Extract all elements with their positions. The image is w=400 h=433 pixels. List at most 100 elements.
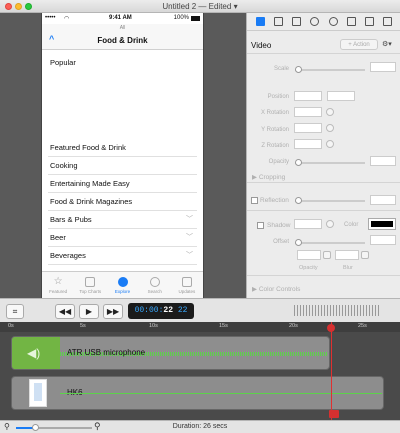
tab-search[interactable]: Search bbox=[139, 272, 171, 298]
y-rotation-dial-icon[interactable] bbox=[326, 124, 334, 132]
ios-tab-bar: ☆ Featured Top Charts Explore Search Upda… bbox=[42, 271, 203, 298]
list-item[interactable]: Food & Drink Magazines bbox=[48, 193, 197, 211]
chevron-down-icon: ﹀ bbox=[186, 216, 193, 223]
search-icon bbox=[149, 276, 160, 287]
clip-info-icon[interactable] bbox=[383, 17, 393, 26]
ruler-tick-label: 5s bbox=[80, 323, 86, 329]
opacity-label: Opacity bbox=[268, 159, 289, 165]
audio-icon[interactable] bbox=[273, 17, 283, 26]
list-item-popular[interactable]: Popular bbox=[50, 58, 76, 67]
shadow-checkbox[interactable] bbox=[257, 222, 264, 229]
audio-clip-thumb: ◀) bbox=[12, 337, 60, 369]
gear-menu-icon[interactable]: ⚙▾ bbox=[382, 40, 392, 48]
offset-label: Offset bbox=[273, 239, 289, 245]
fast-forward-button[interactable]: ▶▶ bbox=[103, 304, 123, 319]
shadow-field[interactable] bbox=[294, 219, 322, 229]
shadow-opacity-field[interactable] bbox=[297, 250, 321, 260]
color-controls-disclosure[interactable]: ▶ Color Controls bbox=[252, 285, 300, 293]
transport-bar: ⌗ ◀◀ ▶ ▶▶ 00:00:22 22 bbox=[0, 298, 400, 322]
y-rotation-field[interactable] bbox=[294, 123, 322, 133]
clock-icon[interactable] bbox=[328, 17, 338, 26]
status-time: 9:41 AM bbox=[109, 15, 132, 21]
scale-field[interactable] bbox=[370, 62, 396, 72]
offset-field[interactable] bbox=[370, 235, 396, 245]
rewind-button[interactable]: ◀◀ bbox=[55, 304, 75, 319]
z-rotation-label: Z Rotation bbox=[261, 143, 289, 149]
reflection-slider[interactable] bbox=[295, 197, 365, 204]
reflection-field[interactable] bbox=[370, 195, 396, 205]
timeline[interactable]: 0s 5s 10s 15s 20s 25s ◀) ATR USB microph… bbox=[0, 322, 400, 420]
cropping-disclosure[interactable]: ▶ Cropping bbox=[252, 173, 285, 181]
x-rotation-dial-icon[interactable] bbox=[326, 108, 334, 116]
duration-label: Duration: 26 secs bbox=[172, 423, 228, 430]
time-ruler[interactable]: 0s 5s 10s 15s 20s 25s bbox=[0, 322, 400, 332]
tab-explore[interactable]: Explore bbox=[106, 272, 138, 298]
reflection-label: Reflection bbox=[260, 197, 289, 204]
text-icon[interactable] bbox=[365, 17, 375, 26]
opacity-slider[interactable] bbox=[295, 159, 365, 166]
stepper-icon[interactable] bbox=[361, 251, 369, 259]
slider-knob[interactable] bbox=[295, 66, 302, 73]
stepper-icon[interactable] bbox=[323, 251, 331, 259]
add-action-button[interactable]: + Action bbox=[340, 39, 378, 50]
compass-icon bbox=[117, 276, 128, 287]
y-rotation-label: Y Rotation bbox=[261, 127, 289, 133]
reflection-checkbox[interactable] bbox=[251, 197, 258, 204]
timecode-display: 00:00:22 22 bbox=[128, 303, 194, 319]
audio-clip[interactable]: ◀) ATR USB microphone bbox=[11, 336, 330, 370]
shadow-label: Shadow bbox=[267, 222, 291, 229]
wifi-icon: ◠ bbox=[64, 16, 70, 22]
window-title[interactable]: Untitled 2 — Edited ▾ bbox=[0, 2, 400, 11]
scale-slider[interactable] bbox=[295, 66, 365, 73]
ruler-tick-label: 15s bbox=[219, 323, 228, 329]
bottom-bar: ⚲ ⚲ Duration: 26 secs bbox=[0, 420, 400, 433]
cursor-icon[interactable] bbox=[310, 17, 320, 26]
shadow-dial-icon[interactable] bbox=[326, 220, 334, 228]
z-rotation-field[interactable] bbox=[294, 139, 322, 149]
slider-knob[interactable] bbox=[295, 197, 302, 204]
inspector-toolbar bbox=[247, 13, 400, 31]
opacity-field[interactable] bbox=[370, 156, 396, 166]
battery-icon bbox=[191, 16, 200, 21]
offset-slider[interactable] bbox=[295, 239, 365, 246]
phone-preview[interactable]: ••••• ◠ 9:41 AM 100% All ^ Food & Drink … bbox=[41, 13, 204, 298]
position-x-field[interactable] bbox=[294, 91, 322, 101]
divider bbox=[247, 182, 400, 183]
screen-icon[interactable] bbox=[292, 17, 302, 26]
pen-icon[interactable] bbox=[346, 17, 356, 26]
video-properties-icon[interactable] bbox=[255, 17, 265, 26]
z-rotation-dial-icon[interactable] bbox=[326, 140, 334, 148]
scale-label: Scale bbox=[273, 66, 289, 72]
shadow-color-well[interactable] bbox=[368, 218, 396, 230]
tab-updates[interactable]: Updates bbox=[171, 272, 203, 298]
position-y-field[interactable] bbox=[327, 91, 355, 101]
ruler-tick-label: 25s bbox=[358, 323, 367, 329]
shadow-opacity-label: Opacity bbox=[299, 265, 318, 271]
download-icon bbox=[181, 276, 192, 287]
list-item[interactable]: Beer ﹀ bbox=[48, 229, 197, 247]
list-item[interactable]: Featured Food & Drink bbox=[48, 139, 197, 157]
tab-featured[interactable]: ☆ Featured bbox=[42, 272, 74, 298]
video-thumbnail bbox=[29, 379, 47, 407]
tab-top-charts[interactable]: Top Charts bbox=[74, 272, 106, 298]
ios-status-bar: ••••• ◠ 9:41 AM 100% bbox=[42, 13, 203, 24]
audio-clip-label: ATR USB microphone bbox=[67, 348, 146, 357]
play-button[interactable]: ▶ bbox=[79, 304, 99, 319]
video-clip[interactable]: HK6 bbox=[11, 376, 384, 410]
crop-icon[interactable]: ⌗ bbox=[6, 304, 24, 319]
x-rotation-field[interactable] bbox=[294, 107, 322, 117]
list-item[interactable]: Entertaining Made Easy bbox=[48, 175, 197, 193]
playhead-end-marker[interactable] bbox=[329, 410, 339, 418]
x-rotation-label: X Rotation bbox=[260, 110, 289, 116]
slider-knob[interactable] bbox=[295, 159, 302, 166]
list-item[interactable]: Beverages ﹀ bbox=[48, 247, 197, 265]
slider-knob[interactable] bbox=[295, 239, 302, 246]
shadow-blur-field[interactable] bbox=[335, 250, 359, 260]
list-item[interactable]: Cooking bbox=[48, 157, 197, 175]
list-item[interactable]: Bars & Pubs ﹀ bbox=[48, 211, 197, 229]
playhead-handle[interactable] bbox=[327, 324, 335, 332]
playhead[interactable] bbox=[331, 322, 332, 420]
video-audio-line bbox=[60, 393, 382, 394]
window-titlebar: Untitled 2 — Edited ▾ bbox=[0, 0, 400, 13]
chevron-down-icon: ﹀ bbox=[186, 252, 193, 259]
